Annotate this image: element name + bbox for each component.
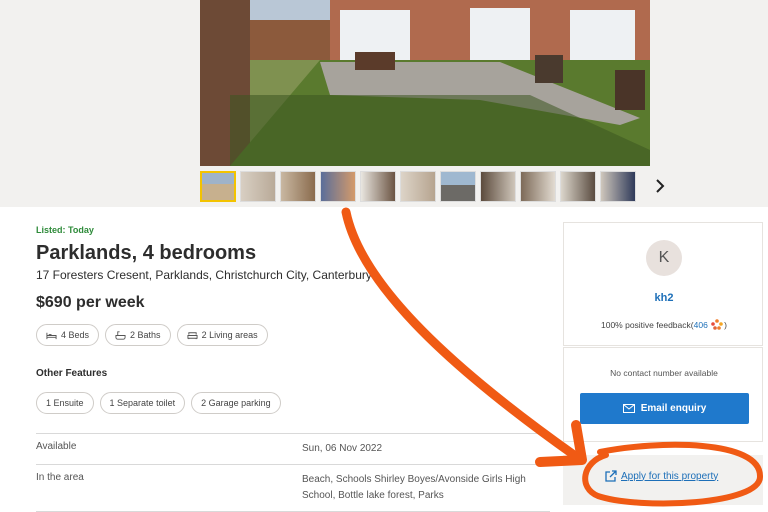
thumbnail[interactable] (520, 171, 556, 202)
baths-chip: 2 Baths (105, 324, 171, 346)
bath-icon (115, 330, 126, 340)
thumbnail[interactable] (560, 171, 596, 202)
baths-label: 2 Baths (130, 330, 161, 340)
mail-icon (622, 404, 635, 413)
external-link-icon (605, 470, 617, 482)
feedback-count[interactable]: 406 (694, 320, 708, 330)
listed-date: Listed: Today (36, 225, 94, 235)
detail-value: Sun, 06 Nov 2022 (302, 443, 383, 454)
table-row: Available Sun, 06 Nov 2022 (36, 433, 550, 464)
seller-feedback: 100% positive feedback(406 ) (564, 319, 764, 330)
beds-chip: 4 Beds (36, 324, 100, 346)
feedback-badge-icon (711, 319, 723, 330)
feature-chip: 2 Garage parking (191, 392, 281, 414)
feedback-text: 100% positive feedback( (600, 320, 694, 330)
no-contact-text: No contact number available (610, 368, 718, 378)
seller-name[interactable]: kh2 (564, 292, 764, 304)
gallery (0, 0, 768, 207)
apply-panel: Apply for this property (563, 455, 763, 505)
living-label: 2 Living areas (201, 330, 258, 340)
other-features-heading: Other Features (36, 368, 108, 379)
feature-chip: 1 Separate toilet (99, 392, 186, 414)
attribute-chips: 4 Beds 2 Baths 2 Living areas (36, 324, 268, 346)
bed-icon (46, 332, 57, 339)
seller-card: K kh2 100% positive feedback(406 ) (563, 222, 763, 346)
annotation-arrow (341, 207, 579, 460)
email-enquiry-label: Email enquiry (640, 403, 707, 414)
thumbnail-strip (200, 171, 636, 202)
detail-value: Beach, Schools Shirley Boyes/Avonside Gi… (302, 474, 526, 501)
thumbnail[interactable] (400, 171, 436, 202)
feature-chip: 1 Ensuite (36, 392, 94, 414)
avatar[interactable]: K (646, 240, 682, 276)
thumbnail[interactable] (200, 171, 236, 202)
listing-price: $690 per week (36, 294, 145, 311)
other-features-chips: 1 Ensuite 1 Separate toilet 2 Garage par… (36, 392, 281, 414)
detail-label: In the area (36, 472, 84, 483)
main-photo[interactable] (200, 0, 650, 166)
thumbnail[interactable] (360, 171, 396, 202)
email-enquiry-button[interactable]: Email enquiry (580, 393, 749, 424)
thumbnail[interactable] (440, 171, 476, 202)
detail-label: Available (36, 441, 77, 452)
thumbnail[interactable] (480, 171, 516, 202)
apply-link[interactable]: Apply for this property (605, 470, 718, 482)
listing-title: Parklands, 4 bedrooms (36, 242, 257, 264)
details-table: Available Sun, 06 Nov 2022 In the area B… (36, 433, 550, 512)
thumbnail[interactable] (280, 171, 316, 202)
feedback-suffix: ) (724, 320, 728, 330)
beds-label: 4 Beds (61, 330, 90, 340)
listing-address: 17 Foresters Cresent, Parklands, Christc… (36, 268, 372, 282)
table-row: In the area Beach, Schools Shirley Boyes… (36, 464, 550, 512)
apply-label: Apply for this property (621, 470, 719, 482)
thumbnail[interactable] (320, 171, 356, 202)
contact-panel: No contact number available Email enquir… (563, 347, 763, 442)
chevron-right-icon[interactable] (652, 175, 668, 197)
living-chip: 2 Living areas (176, 324, 268, 346)
thumbnail[interactable] (240, 171, 276, 202)
thumbnail[interactable] (600, 171, 636, 202)
sofa-icon (187, 331, 198, 339)
